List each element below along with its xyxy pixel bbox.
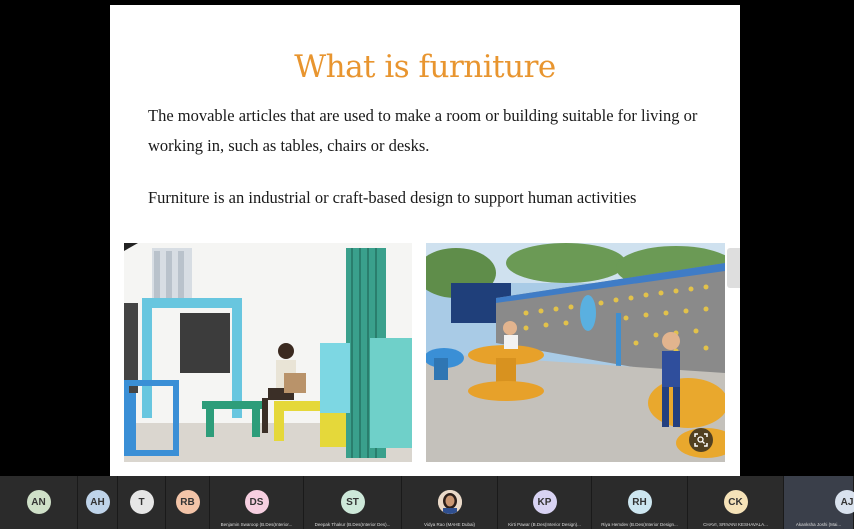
slide-paragraph-1-line-1: The movable articles that are used to ma… <box>148 106 698 125</box>
participant-tile[interactable]: DS Benjamin Swaroop (B.Des(Interior... <box>210 476 304 529</box>
slide-paragraph-1-line-2: working in, such as tables, chairs or de… <box>148 136 430 155</box>
participant-tile[interactable]: CK CHAVI, SRIVANI KESHAVALA... <box>688 476 784 529</box>
participant-tile[interactable]: AH <box>78 476 118 529</box>
participant-name: Akanksha Joshi (Mai... <box>795 522 842 527</box>
participant-tile[interactable]: AN <box>0 476 78 529</box>
avatar: RH <box>627 490 652 514</box>
participant-name: Deepak Thakur (B.Des(Interior Des)... <box>314 522 391 527</box>
participant-tile[interactable]: RB <box>166 476 210 529</box>
participant-name: Vidya Rao (MAHE Dubai) <box>424 522 475 527</box>
avatar: AJ <box>835 490 854 514</box>
participant-tile[interactable]: RH Riya Hemdev (B.Des(Interior Design... <box>592 476 688 529</box>
slide-body: The movable articles that are used to ma… <box>148 101 718 213</box>
avatar: KP <box>532 490 557 514</box>
participant-tile[interactable]: ST Deepak Thakur (B.Des(Interior Des)... <box>304 476 402 529</box>
participant-name: CHAVI, SRIVANI KESHAVALA... <box>703 522 768 527</box>
avatar: T <box>129 490 154 514</box>
participant-tile[interactable]: Vidya Rao (MAHE Dubai) <box>402 476 498 529</box>
slide-title: What is furniture <box>294 49 556 85</box>
avatar: CK <box>723 490 748 514</box>
participant-tile[interactable]: AJ Akanksha Joshi (Mai... <box>784 476 854 529</box>
presentation-slide: What is furniture The movable articles t… <box>110 5 740 476</box>
furniture-photo-playground <box>426 243 725 462</box>
avatar: AN <box>26 490 51 514</box>
zoom-icon[interactable] <box>689 428 713 452</box>
participant-strip: AN AH T RB DS Benjamin Swaroop (B.Des(In… <box>0 476 854 529</box>
participant-name: Kirti Pawar (B.Des(Interior Design)... <box>508 522 581 527</box>
slide-paragraph-2: Furniture is an industrial or craft-base… <box>148 188 637 207</box>
avatar: AH <box>85 490 110 514</box>
participant-tile[interactable]: T <box>118 476 166 529</box>
avatar <box>437 490 462 514</box>
participant-name: Riya Hemdev (B.Des(Interior Design... <box>601 522 678 527</box>
avatar: ST <box>340 490 365 514</box>
avatar: DS <box>244 490 269 514</box>
avatar: RB <box>175 490 200 514</box>
participant-name: Benjamin Swaroop (B.Des(Interior... <box>220 522 293 527</box>
video-stage: What is furniture The movable articles t… <box>0 0 854 476</box>
side-panel-handle[interactable] <box>727 248 740 288</box>
participant-tile[interactable]: KP Kirti Pawar (B.Des(Interior Design)..… <box>498 476 592 529</box>
furniture-photo-benches <box>124 243 412 462</box>
